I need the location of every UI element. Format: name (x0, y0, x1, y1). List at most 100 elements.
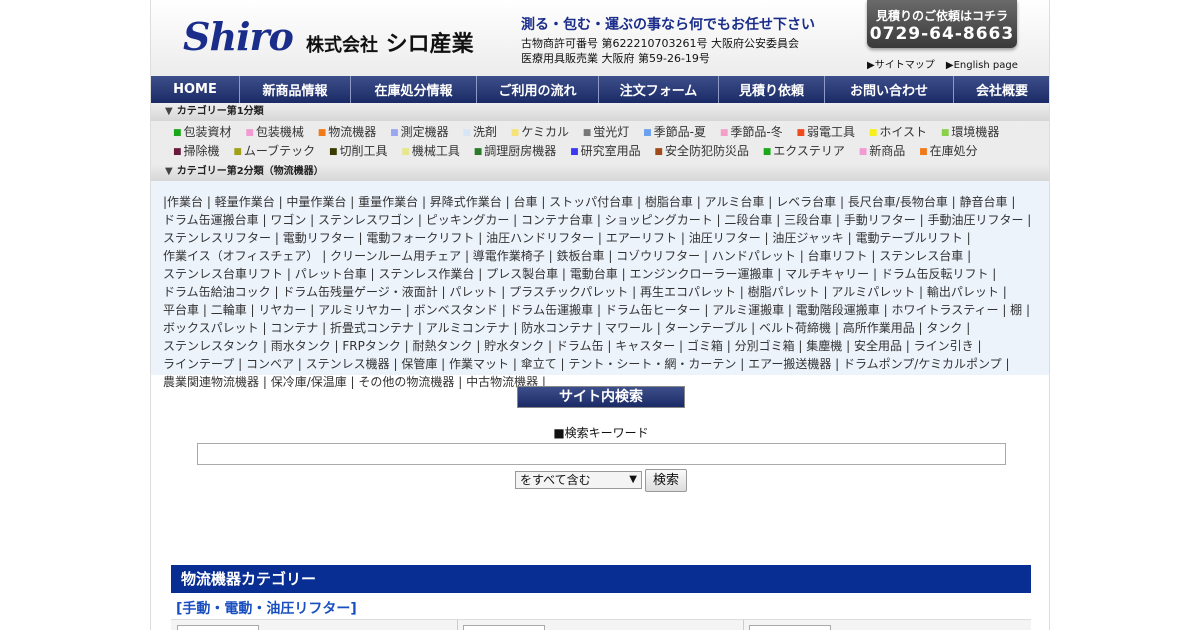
category2-item[interactable]: 油圧ハンドリフター (486, 231, 594, 245)
search-input[interactable] (197, 443, 1006, 465)
shiro-logo[interactable]: Shiro (183, 14, 294, 59)
category2-item[interactable]: ステンレス台車 (879, 249, 963, 263)
category2-item[interactable]: 安全用品 (854, 339, 902, 353)
category2-item[interactable]: 耐熱タンク (413, 339, 473, 353)
category2-item[interactable]: ステンレスワゴン (318, 213, 414, 227)
category1-item[interactable]: ■ 新商品 (859, 144, 906, 158)
category2-item[interactable]: コゾウリフター (616, 249, 700, 263)
search-mode-select[interactable]: をすべて含む ▼ (515, 471, 642, 489)
category2-item[interactable]: パレット (449, 285, 497, 299)
category2-item[interactable]: テント・シート・網・カーテン (568, 357, 736, 371)
category2-item[interactable]: 集塵機 (806, 339, 842, 353)
category2-item[interactable]: 折畳式コンテナ (330, 321, 414, 335)
category2-item[interactable]: ライン引き (914, 339, 974, 353)
category2-item[interactable]: エアー搬送機器 (748, 357, 831, 371)
category2-item[interactable]: 農業関連物流機器 (163, 375, 259, 389)
category2-item[interactable]: プレス製台車 (486, 267, 558, 281)
category2-item[interactable]: ドラム缶運搬車 (510, 303, 594, 317)
category1-item[interactable]: ■ 包装資材 (173, 125, 232, 139)
lifter-subheading[interactable]: [手動・電動・油圧リフター] (176, 598, 357, 618)
category2-item[interactable]: アルミ運搬車 (712, 303, 784, 317)
category2-item[interactable]: ボンベスタンド (414, 303, 498, 317)
category2-item[interactable]: ゴミ箱 (687, 339, 723, 353)
category2-item[interactable]: 軽量作業台 (215, 195, 275, 209)
category2-item[interactable]: 作業イス（オフィスチェア） (163, 249, 318, 263)
category2-item[interactable]: FRPタンク (342, 339, 400, 353)
category2-item[interactable]: 重量作業台 (358, 195, 418, 209)
category2-item[interactable]: 静音台車 (960, 195, 1008, 209)
category1-item[interactable]: ■ 研究室用品 (570, 144, 641, 158)
category2-item[interactable]: ステンレス台車リフト (163, 267, 283, 281)
category2-item[interactable]: 高所作業用品 (843, 321, 915, 335)
category2-item[interactable]: 長尺台車/長物台車 (848, 195, 948, 209)
category2-item[interactable]: ボックスパレット (163, 321, 259, 335)
category2-item[interactable]: 電動台車 (570, 267, 618, 281)
category2-item[interactable]: キャスター (615, 339, 675, 353)
category2-item[interactable]: 電動階段運搬車 (796, 303, 880, 317)
category2-item[interactable]: マルチキャリー (785, 267, 869, 281)
category1-item[interactable]: ■ エクステリア (763, 144, 845, 158)
category2-item[interactable]: ショッピングカート (605, 213, 713, 227)
category2-item[interactable]: 傘立て (521, 357, 557, 371)
category2-item[interactable]: プラスチックパレット (509, 285, 628, 299)
category2-item[interactable]: アルミリヤカー (318, 303, 402, 317)
category2-item[interactable]: 電動フォークリフト (366, 231, 474, 245)
category2-item[interactable]: コンベア (246, 357, 294, 371)
category1-item[interactable]: ■ 機械工具 (401, 144, 460, 158)
category2-item[interactable]: ターンテーブル (665, 321, 748, 335)
category2-item[interactable]: 貯水タンク (484, 339, 544, 353)
category1-item[interactable]: ■ 環境機器 (941, 125, 1000, 139)
category2-item[interactable]: 棚 (1010, 303, 1022, 317)
nav-item[interactable]: お問い合わせ (825, 76, 954, 103)
category2-item[interactable]: クリーンルーム用チェア (330, 249, 461, 263)
category2-item[interactable]: 保管庫 (401, 357, 437, 371)
category2-item[interactable]: 二段台車 (724, 213, 772, 227)
category2-item[interactable]: アルミパレット (831, 285, 915, 299)
category2-item[interactable]: 三段台車 (784, 213, 832, 227)
nav-item[interactable]: 見積り依頼 (719, 76, 825, 103)
category2-item[interactable]: ピッキングカー (426, 213, 510, 227)
category2-item[interactable]: ベルト荷締機 (759, 321, 831, 335)
category2-item[interactable]: ドラム缶運搬台車 (163, 213, 259, 227)
category1-item[interactable]: ■ 季節品-冬 (720, 125, 783, 139)
category2-item[interactable]: レベラ台車 (776, 195, 836, 209)
category1-item[interactable]: ■ ケミカル (511, 125, 569, 139)
category2-item[interactable]: 平台車 (163, 303, 199, 317)
category2-item[interactable]: ストッパ付台車 (549, 195, 633, 209)
category2-item[interactable]: エンジンクローラー運搬車 (629, 267, 773, 281)
category1-item[interactable]: ■ 在庫処分 (919, 144, 978, 158)
nav-item[interactable]: 注文フォーム (599, 76, 719, 103)
category2-item[interactable]: 樹脂台車 (645, 195, 693, 209)
nav-item[interactable]: 在庫処分情報 (351, 76, 477, 103)
category2-item[interactable]: 防水コンテナ (521, 321, 593, 335)
category2-item[interactable]: 電動テーブルリフト (855, 231, 962, 245)
category2-item[interactable]: ステンレスリフター (163, 231, 271, 245)
category2-item[interactable]: 作業マット (449, 357, 509, 371)
category1-item[interactable]: ■ 物流機器 (318, 125, 377, 139)
category2-item[interactable]: ドラムポンプ/ケミカルポンプ (843, 357, 1002, 371)
category2-item[interactable]: 樹脂パレット (748, 285, 820, 299)
search-button[interactable]: 検索 (645, 469, 687, 492)
category1-item[interactable]: ■ 調理厨房機器 (474, 144, 557, 158)
category2-item[interactable]: ラインテープ (163, 357, 234, 371)
product-thumbnail[interactable] (177, 625, 259, 630)
category2-item[interactable]: ステンレス機器 (306, 357, 390, 371)
category2-item[interactable]: 手動リフター (844, 213, 916, 227)
category2-item[interactable]: ステンレスタンク (163, 339, 259, 353)
category2-item[interactable]: その他の物流機器 (358, 375, 454, 389)
nav-item[interactable]: 会社概要 (954, 76, 1049, 103)
category2-item[interactable]: 油圧ジャッキ (772, 231, 843, 245)
category2-item[interactable]: ドラム缶ヒーター (605, 303, 701, 317)
category1-item[interactable]: ■ 蛍光灯 (583, 125, 630, 139)
category2-item[interactable]: コンテナ台車 (521, 213, 593, 227)
category2-item[interactable]: 分別ゴミ箱 (735, 339, 795, 353)
category1-item[interactable]: ■ 洗剤 (462, 125, 497, 139)
category2-item[interactable]: ドラム缶 (556, 339, 604, 353)
category1-item[interactable]: ■ 測定機器 (390, 125, 449, 139)
category2-item[interactable]: ワゴン (270, 213, 306, 227)
category2-item[interactable]: エアーリフト (606, 231, 677, 245)
product-thumbnail[interactable] (463, 625, 545, 630)
category2-item[interactable]: 輸出パレット (927, 285, 999, 299)
category2-item[interactable]: 台車リフト (808, 249, 868, 263)
category2-item[interactable]: タンク (926, 321, 962, 335)
